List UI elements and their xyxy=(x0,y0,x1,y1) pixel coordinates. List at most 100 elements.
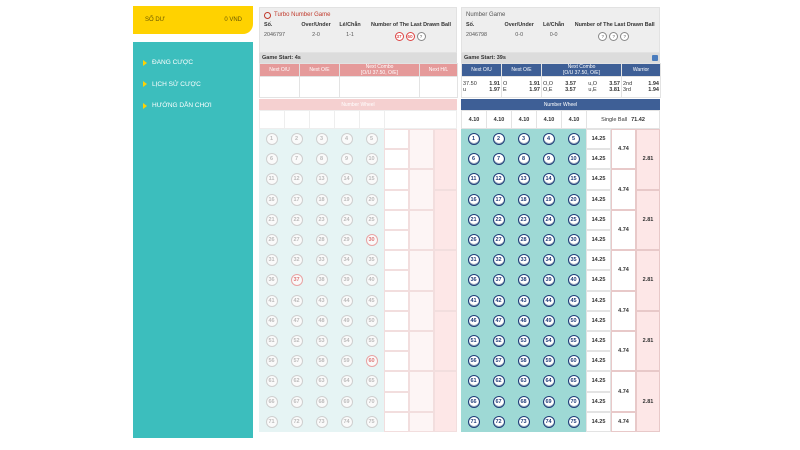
pair-odds-cell[interactable]: 4.74 xyxy=(611,411,636,432)
number-ball-39[interactable]: 39 xyxy=(542,274,555,287)
number-ball-55[interactable]: 55 xyxy=(365,335,378,347)
number-ball-67[interactable]: 67 xyxy=(290,395,303,408)
number-ball-50[interactable]: 50 xyxy=(365,314,378,327)
row-odds-cell[interactable]: 14.25 xyxy=(586,189,611,210)
number-ball-30[interactable]: 30 xyxy=(365,234,378,246)
number-ball-65[interactable]: 65 xyxy=(365,375,378,388)
wheel-col-odds[interactable]: 4.10 xyxy=(562,111,587,128)
quad-odds-cell[interactable]: 2.81 xyxy=(636,310,660,372)
number-ball-53[interactable]: 53 xyxy=(517,335,530,347)
number-ball-4[interactable]: 4 xyxy=(542,133,555,145)
number-ball-27[interactable]: 27 xyxy=(492,234,505,246)
row-odds-cell[interactable]: 14.25 xyxy=(586,290,611,311)
number-ball-12[interactable]: 12 xyxy=(492,173,505,186)
pair-odds-cell[interactable]: 4.74 xyxy=(611,169,636,210)
pair-odds-cell[interactable]: 4.74 xyxy=(611,209,636,251)
number-ball-43[interactable]: 43 xyxy=(517,294,530,307)
number-ball-22[interactable]: 22 xyxy=(492,213,505,226)
number-ball-26[interactable]: 26 xyxy=(467,234,480,246)
quad-odds-cell[interactable]: 2.81 xyxy=(636,371,660,432)
number-ball-2[interactable]: 2 xyxy=(290,133,303,145)
number-ball-49[interactable]: 49 xyxy=(542,314,555,327)
number-ball-41[interactable]: 41 xyxy=(265,294,278,307)
number-ball-33[interactable]: 33 xyxy=(517,254,530,267)
number-ball-51[interactable]: 51 xyxy=(467,335,480,347)
number-ball-14[interactable]: 14 xyxy=(340,173,353,186)
number-ball-46[interactable]: 46 xyxy=(265,314,278,327)
wheel-col-odds[interactable]: 4.10 xyxy=(487,111,512,128)
number-ball-61[interactable]: 61 xyxy=(467,375,480,388)
row-odds-cell[interactable]: 14.25 xyxy=(586,411,611,432)
number-ball-37[interactable]: 37 xyxy=(492,274,505,287)
row-odds-cell[interactable]: 14.25 xyxy=(586,391,611,412)
number-ball-4[interactable]: 4 xyxy=(340,133,353,145)
number-ball-56[interactable]: 56 xyxy=(265,355,278,368)
number-ball-65[interactable]: 65 xyxy=(567,375,580,388)
oe-odds-cell[interactable]: O 1.91 E 1.97 xyxy=(501,76,542,98)
warrior-odds-cell[interactable]: 2nd 1.94 3rd 1.94 xyxy=(621,76,661,98)
number-ball-57[interactable]: 57 xyxy=(492,355,505,368)
number-ball-26[interactable]: 26 xyxy=(265,234,278,246)
combo-odds-cell[interactable]: O,O 3.57 u,O 3.57 O,E 3.57 u,E 3.81 xyxy=(541,76,622,98)
number-ball-35[interactable]: 35 xyxy=(567,254,580,267)
number-ball-8[interactable]: 8 xyxy=(315,153,328,166)
number-ball-18[interactable]: 18 xyxy=(315,193,328,206)
quad-odds-cell[interactable]: 2.81 xyxy=(636,250,660,311)
number-ball-71[interactable]: 71 xyxy=(467,415,480,428)
sidebar-item-huong-dan-choi[interactable]: HƯỚNG DẪN CHƠI xyxy=(133,95,253,117)
number-ball-3[interactable]: 3 xyxy=(517,133,530,145)
number-ball-7[interactable]: 7 xyxy=(492,153,505,166)
number-ball-29[interactable]: 29 xyxy=(340,234,353,246)
row-odds-cell[interactable]: 14.25 xyxy=(586,129,611,150)
number-ball-32[interactable]: 32 xyxy=(290,254,303,267)
number-ball-67[interactable]: 67 xyxy=(492,395,505,408)
row-odds-cell[interactable]: 14.25 xyxy=(586,250,611,271)
ou-u-odds[interactable]: 1.97 xyxy=(489,87,500,93)
number-ball-15[interactable]: 15 xyxy=(567,173,580,186)
single-ball-odds[interactable]: 71.42 xyxy=(631,117,645,123)
number-ball-68[interactable]: 68 xyxy=(517,395,530,408)
number-ball-66[interactable]: 66 xyxy=(467,395,480,408)
number-ball-72[interactable]: 72 xyxy=(492,415,505,428)
number-ball-31[interactable]: 31 xyxy=(467,254,480,267)
number-ball-11[interactable]: 11 xyxy=(265,173,278,186)
wheel-col-odds[interactable]: 4.10 xyxy=(462,111,487,128)
number-ball-22[interactable]: 22 xyxy=(290,213,303,226)
number-ball-70[interactable]: 70 xyxy=(365,395,378,408)
sidebar-item-lich-su-cuoc[interactable]: LỊCH SỬ CƯỢC xyxy=(133,74,253,96)
warrior-odds[interactable]: 1.94 xyxy=(648,87,659,93)
number-ball-19[interactable]: 19 xyxy=(340,193,353,206)
wheel-col-odds[interactable]: 4.10 xyxy=(537,111,562,128)
number-ball-15[interactable]: 15 xyxy=(365,173,378,186)
combo-odds[interactable]: 3.57 xyxy=(565,87,576,93)
number-ball-10[interactable]: 10 xyxy=(365,153,378,166)
number-ball-56[interactable]: 56 xyxy=(467,355,480,368)
number-ball-63[interactable]: 63 xyxy=(315,375,328,388)
number-ball-64[interactable]: 64 xyxy=(542,375,555,388)
number-ball-9[interactable]: 9 xyxy=(542,153,555,166)
number-ball-70[interactable]: 70 xyxy=(567,395,580,408)
number-ball-16[interactable]: 16 xyxy=(467,193,480,206)
row-odds-cell[interactable]: 14.25 xyxy=(586,169,611,190)
number-ball-8[interactable]: 8 xyxy=(517,153,530,166)
number-ball-63[interactable]: 63 xyxy=(517,375,530,388)
row-odds-cell[interactable]: 14.25 xyxy=(586,270,611,291)
number-ball-45[interactable]: 45 xyxy=(567,294,580,307)
row-odds-cell[interactable]: 14.25 xyxy=(586,351,611,372)
number-ball-73[interactable]: 73 xyxy=(517,415,530,428)
number-ball-60[interactable]: 60 xyxy=(365,355,378,368)
number-ball-42[interactable]: 42 xyxy=(492,294,505,307)
number-ball-53[interactable]: 53 xyxy=(315,335,328,347)
number-ball-6[interactable]: 6 xyxy=(265,153,278,166)
number-ball-24[interactable]: 24 xyxy=(542,213,555,226)
number-ball-39[interactable]: 39 xyxy=(340,274,353,287)
row-odds-cell[interactable]: 14.25 xyxy=(586,209,611,230)
number-ball-57[interactable]: 57 xyxy=(290,355,303,368)
number-ball-45[interactable]: 45 xyxy=(365,294,378,307)
pair-odds-cell[interactable]: 4.74 xyxy=(611,331,636,372)
number-ball-62[interactable]: 62 xyxy=(492,375,505,388)
number-ball-27[interactable]: 27 xyxy=(290,234,303,246)
number-ball-50[interactable]: 50 xyxy=(567,314,580,327)
number-ball-73[interactable]: 73 xyxy=(315,415,328,428)
number-ball-68[interactable]: 68 xyxy=(315,395,328,408)
